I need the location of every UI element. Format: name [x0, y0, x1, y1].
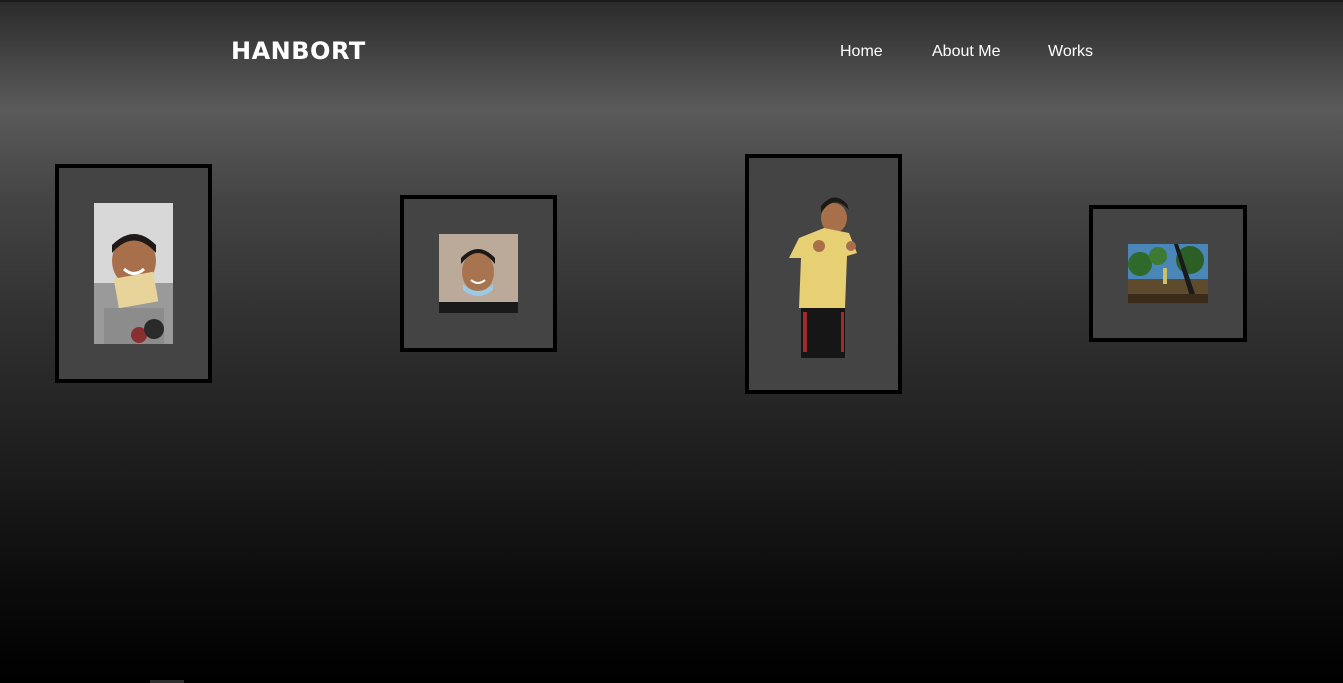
photo-thumbs-up-person	[779, 188, 869, 363]
nav-link-home[interactable]: Home	[840, 43, 883, 61]
main-nav: Home About Me Works	[0, 43, 1343, 63]
photo-game-landscape	[1128, 244, 1208, 303]
photo-frame-3[interactable]	[745, 154, 902, 394]
nav-link-about-me[interactable]: About Me	[932, 43, 1000, 61]
photo-frame-2[interactable]	[400, 195, 557, 352]
top-border	[0, 0, 1343, 2]
photo-selfie-mask	[439, 234, 518, 313]
photo-certificate-person	[94, 203, 173, 344]
photo-frame-4[interactable]	[1089, 205, 1247, 342]
photo-frame-1[interactable]	[55, 164, 212, 383]
nav-link-works[interactable]: Works	[1048, 43, 1093, 61]
